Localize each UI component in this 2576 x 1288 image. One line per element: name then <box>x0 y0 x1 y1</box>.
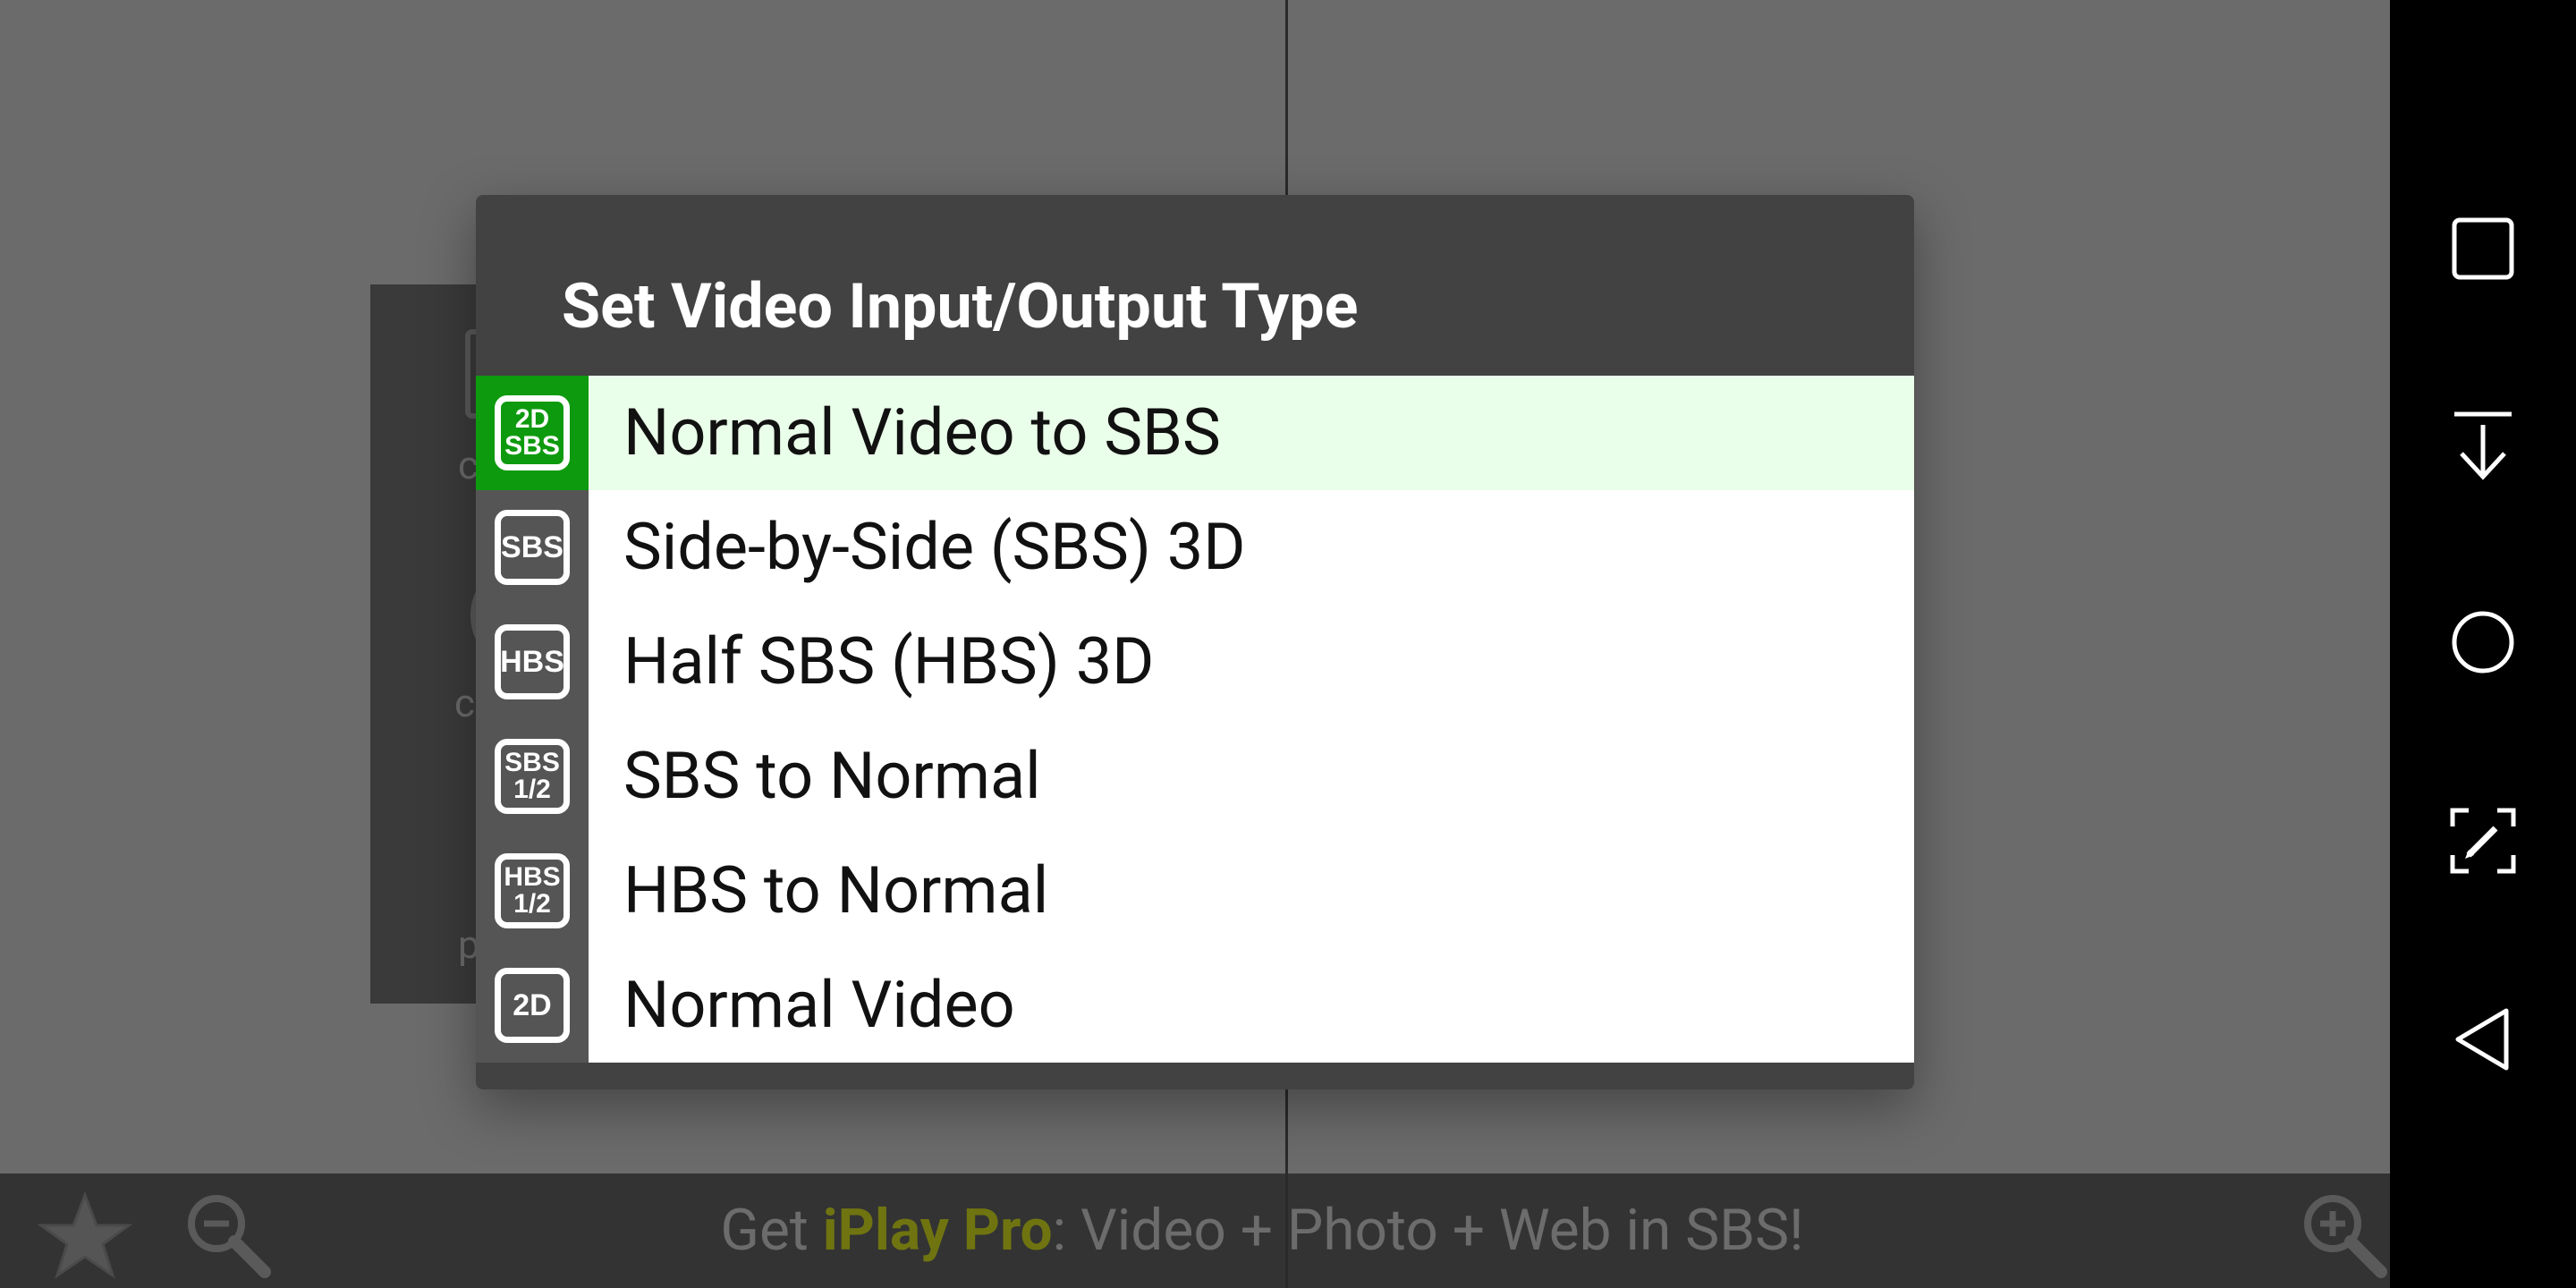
option-icon-cell: HBS <box>476 605 589 719</box>
sbs-icon: SBS <box>495 510 570 585</box>
badge-line: SBS <box>501 530 564 564</box>
badge-line: SBS <box>504 748 560 777</box>
hbs-icon: HBS <box>495 624 570 699</box>
option-icon-cell: SBS 1/2 <box>476 719 589 834</box>
badge-line: HBS <box>504 862 561 892</box>
option-label: Half SBS (HBS) 3D <box>623 623 1155 699</box>
option-label: SBS to Normal <box>623 738 1041 814</box>
dialog-title: Set Video Input/Output Type <box>562 270 1359 343</box>
badge-line: 1/2 <box>513 775 551 804</box>
square-icon <box>2452 217 2514 280</box>
badge-line: 2D <box>514 404 550 434</box>
option-icon-cell: 2D <box>476 948 589 1063</box>
back-button[interactable] <box>2438 995 2528 1084</box>
notification-pull-button[interactable] <box>2438 401 2528 490</box>
recents-button[interactable] <box>2438 204 2528 293</box>
triangle-back-icon <box>2455 1008 2509 1071</box>
badge-line: SBS <box>504 431 560 461</box>
option-label: Side-by-Side (SBS) 3D <box>623 509 1246 585</box>
option-hbs-3d[interactable]: HBS Half SBS (HBS) 3D <box>476 605 1914 719</box>
promo-banner[interactable]: Get iPlay Pro: Video + Photo + Web in SB… <box>0 1174 2390 1288</box>
option-hbs-to-normal[interactable]: HBS 1/2 HBS to Normal <box>476 834 1914 948</box>
promo-brand: iPlay Pro <box>822 1197 1053 1264</box>
circle-icon <box>2452 611 2514 674</box>
badge-line: 2D <box>513 988 552 1022</box>
option-icon-cell: HBS 1/2 <box>476 834 589 948</box>
home-button[interactable] <box>2438 597 2528 687</box>
2d-sbs-icon: 2D SBS <box>495 395 570 470</box>
video-type-dialog: Set Video Input/Output Type 2D SBS Norma… <box>476 195 1914 1089</box>
promo-suffix: : Video + Photo + Web in SBS! <box>1052 1197 1804 1264</box>
bottom-toolbar: Get iPlay Pro: Video + Photo + Web in SB… <box>0 1174 2390 1288</box>
option-icon-cell: SBS <box>476 490 589 605</box>
system-nav-bar <box>2390 0 2576 1288</box>
promo-prefix: Get <box>720 1197 823 1264</box>
zoom-in-icon[interactable] <box>2295 1186 2394 1288</box>
badge-line: HBS <box>500 645 564 679</box>
option-label: Normal Video <box>623 967 1015 1043</box>
sbs-half-icon: SBS 1/2 <box>495 739 570 814</box>
badge-line: 1/2 <box>513 889 551 919</box>
option-list: 2D SBS Normal Video to SBS SBS Side-by-S… <box>476 376 1914 1063</box>
screenshot-edit-button[interactable] <box>2438 796 2528 886</box>
option-label: Normal Video to SBS <box>623 394 1221 470</box>
option-sbs-to-normal[interactable]: SBS 1/2 SBS to Normal <box>476 719 1914 834</box>
option-label: HBS to Normal <box>623 852 1049 928</box>
background-text-fragment: c <box>454 680 476 726</box>
option-normal-video-to-sbs[interactable]: 2D SBS Normal Video to SBS <box>476 376 1914 490</box>
hbs-half-icon: HBS 1/2 <box>495 853 570 928</box>
2d-icon: 2D <box>495 968 570 1043</box>
option-normal-video[interactable]: 2D Normal Video <box>476 948 1914 1063</box>
option-sbs-3d[interactable]: SBS Side-by-Side (SBS) 3D <box>476 490 1914 605</box>
edit-screenshot-icon <box>2450 808 2516 874</box>
option-icon-cell: 2D SBS <box>476 376 589 490</box>
star-icon[interactable] <box>36 1190 134 1283</box>
arrow-down-icon <box>2454 411 2512 480</box>
zoom-out-icon[interactable] <box>179 1186 277 1288</box>
